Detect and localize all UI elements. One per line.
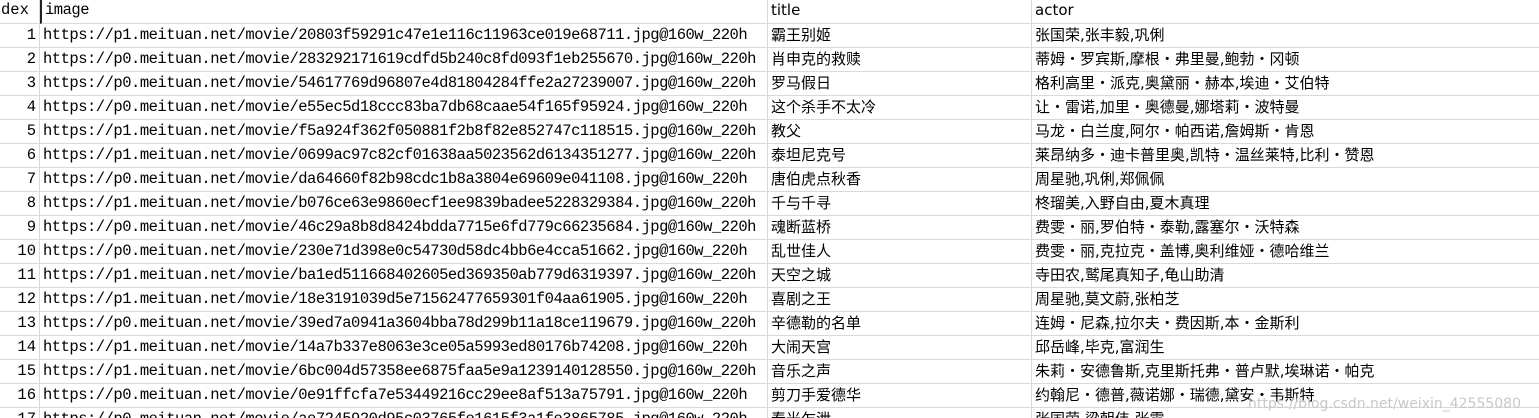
cell-index[interactable]: 11 [0,264,40,288]
cell-actor[interactable]: 张国荣,梁朝伟,张震 [1032,408,1539,418]
cell-actor[interactable]: 周星驰,巩俐,郑佩佩 [1032,168,1539,192]
table-row: 9 https://p0.meituan.net/movie/46c29a8b8d… [0,216,1539,240]
cell-image[interactable]: https://p1.meituan.net/movie/0699ac97c82… [40,144,768,168]
table-row: 7 https://p0.meituan.net/movie/da64660f82… [0,168,1539,192]
cell-image[interactable]: https://p0.meituan.net/movie/54617769d96… [40,72,768,96]
cell-title[interactable]: 天空之城 [768,264,1032,288]
cell-index[interactable]: 15 [0,360,40,384]
cell-actor[interactable]: 格利高里・派克,奥黛丽・赫本,埃迪・艾伯特 [1032,72,1539,96]
cell-title[interactable]: 喜剧之王 [768,288,1032,312]
cell-image[interactable]: https://p1.meituan.net/movie/6bc004d5735… [40,360,768,384]
cell-index[interactable]: 3 [0,72,40,96]
cell-image[interactable]: https://p1.meituan.net/movie/f5a924f362f… [40,120,768,144]
cell-image[interactable]: https://p0.meituan.net/movie/ae7245920d9… [40,408,768,418]
cell-actor[interactable]: 费雯・丽,罗伯特・泰勒,露塞尔・沃特森 [1032,216,1539,240]
cell-title[interactable]: 这个杀手不太冷 [768,96,1032,120]
table-row: 17https://p0.meituan.net/movie/ae7245920… [0,408,1539,418]
table-row: 3 https://p0.meituan.net/movie/54617769d9… [0,72,1539,96]
table-row: 13 https://p0.meituan.net/movie/39ed7a094… [0,312,1539,336]
spreadsheet-grid: dex image title actor 1 https://p1.meitua… [0,0,1539,418]
table-row: 2 https://p0.meituan.net/movie/2832921716… [0,48,1539,72]
table-row: 8 https://p1.meituan.net/movie/b076ce63e9… [0,192,1539,216]
cell-title[interactable]: 乱世佳人 [768,240,1032,264]
table-body: 1 https://p1.meituan.net/movie/20803f5929… [0,24,1539,418]
cell-actor[interactable]: 让・雷诺,加里・奥德曼,娜塔莉・波特曼 [1032,96,1539,120]
cell-image[interactable]: https://p0.meituan.net/movie/e55ec5d18cc… [40,96,768,120]
cell-image[interactable]: https://p0.meituan.net/movie/39ed7a0941a… [40,312,768,336]
cell-title[interactable]: 教父 [768,120,1032,144]
cell-image[interactable]: https://p0.meituan.net/movie/230e71d398e… [40,240,768,264]
cell-actor[interactable]: 柊瑠美,入野自由,夏木真理 [1032,192,1539,216]
cell-index[interactable]: 5 [0,120,40,144]
table-row: 4 https://p0.meituan.net/movie/e55ec5d18c… [0,96,1539,120]
cell-title[interactable]: 魂断蓝桥 [768,216,1032,240]
cell-index[interactable]: 12 [0,288,40,312]
cell-title[interactable]: 霸王别姬 [768,24,1032,48]
cell-title[interactable]: 大闹天宫 [768,336,1032,360]
cell-image[interactable]: https://p1.meituan.net/movie/18e3191039d… [40,288,768,312]
cell-image[interactable]: https://p1.meituan.net/movie/20803f59291… [40,24,768,48]
cell-actor[interactable]: 周星驰,莫文蔚,张柏芝 [1032,288,1539,312]
cell-actor[interactable]: 寺田农,鹫尾真知子,龟山助清 [1032,264,1539,288]
cell-actor[interactable]: 邱岳峰,毕克,富润生 [1032,336,1539,360]
cell-title[interactable]: 千与千寻 [768,192,1032,216]
column-header-image[interactable]: image [40,0,768,24]
header-row: dex image title actor [0,0,1539,24]
cell-index[interactable]: 9 [0,216,40,240]
cell-index[interactable]: 13 [0,312,40,336]
cell-image[interactable]: https://p1.meituan.net/movie/ba1ed511668… [40,264,768,288]
cell-index[interactable]: 4 [0,96,40,120]
cell-index[interactable]: 2 [0,48,40,72]
cell-title[interactable]: 辛德勒的名单 [768,312,1032,336]
cell-index[interactable]: 8 [0,192,40,216]
cell-index[interactable]: 14 [0,336,40,360]
cell-actor[interactable]: 约翰尼・德普,薇诺娜・瑞德,黛安・韦斯特 [1032,384,1539,408]
column-header-actor[interactable]: actor [1032,0,1539,24]
table-row: 12 https://p1.meituan.net/movie/18e319103… [0,288,1539,312]
cell-title[interactable]: 唐伯虎点秋香 [768,168,1032,192]
cell-image[interactable]: https://p0.meituan.net/movie/da64660f82b… [40,168,768,192]
cell-title[interactable]: 肖申克的救赎 [768,48,1032,72]
table-row: 6 https://p1.meituan.net/movie/0699ac97c8… [0,144,1539,168]
cell-image[interactable]: https://p1.meituan.net/movie/b076ce63e98… [40,192,768,216]
cell-image[interactable]: https://p0.meituan.net/movie/0e91ffcfa7e… [40,384,768,408]
cell-image[interactable]: https://p1.meituan.net/movie/14a7b337e80… [40,336,768,360]
cell-title[interactable]: 剪刀手爱德华 [768,384,1032,408]
table-row: 15 https://p1.meituan.net/movie/6bc004d57… [0,360,1539,384]
table-row: 16 https://p0.meituan.net/movie/0e91ffcfa… [0,384,1539,408]
cell-index[interactable]: 17 [0,408,40,418]
cell-title[interactable]: 罗马假日 [768,72,1032,96]
table-row: 14 https://p1.meituan.net/movie/14a7b337e… [0,336,1539,360]
cell-title[interactable]: 音乐之声 [768,360,1032,384]
table-row: 10 https://p0.meituan.net/movie/230e71d39… [0,240,1539,264]
cell-index[interactable]: 10 [0,240,40,264]
table-row: 5 https://p1.meituan.net/movie/f5a924f362… [0,120,1539,144]
cell-index[interactable]: 6 [0,144,40,168]
cell-index[interactable]: 7 [0,168,40,192]
table-row: 1 https://p1.meituan.net/movie/20803f5929… [0,24,1539,48]
cell-image[interactable]: https://p0.meituan.net/movie/28329217161… [40,48,768,72]
cell-title[interactable]: 泰坦尼克号 [768,144,1032,168]
cell-actor[interactable]: 莱昂纳多・迪卡普里奥,凯特・温丝莱特,比利・赞恩 [1032,144,1539,168]
cell-actor[interactable]: 连姆・尼森,拉尔夫・费因斯,本・金斯利 [1032,312,1539,336]
column-header-title[interactable]: title [768,0,1032,24]
cell-actor[interactable]: 马龙・白兰度,阿尔・帕西诺,詹姆斯・肯恩 [1032,120,1539,144]
table-row: 11 https://p1.meituan.net/movie/ba1ed5116… [0,264,1539,288]
cell-image[interactable]: https://p0.meituan.net/movie/46c29a8b8d8… [40,216,768,240]
cell-actor[interactable]: 蒂姆・罗宾斯,摩根・弗里曼,鲍勃・冈顿 [1032,48,1539,72]
cell-title[interactable]: 春光乍泄 [768,408,1032,418]
column-header-index[interactable]: dex [0,0,40,24]
cell-actor[interactable]: 张国荣,张丰毅,巩俐 [1032,24,1539,48]
cell-actor[interactable]: 朱莉・安德鲁斯,克里斯托弗・普卢默,埃琳诺・帕克 [1032,360,1539,384]
cell-index[interactable]: 1 [0,24,40,48]
cell-index[interactable]: 16 [0,384,40,408]
cell-actor[interactable]: 费雯・丽,克拉克・盖博,奥利维娅・德哈维兰 [1032,240,1539,264]
